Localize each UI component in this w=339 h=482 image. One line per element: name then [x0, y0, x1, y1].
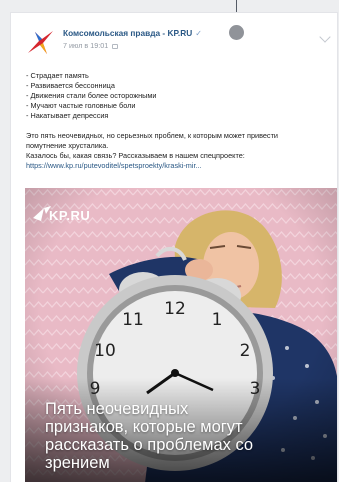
text-line: - Развивается бессонница — [26, 81, 115, 90]
caption-line: зрением — [45, 454, 110, 472]
post-image[interactable]: 12 11 1 10 2 9 3 KP.RU Пять неочевидных … — [25, 188, 337, 482]
caption-line: рассказать о проблемах со — [45, 436, 254, 454]
kp-logo-avatar[interactable] — [25, 27, 55, 57]
text-line: - Накатывает депрессия — [26, 111, 109, 120]
post-text: - Страдает память - Развивается бессонни… — [26, 71, 328, 171]
verified-icon: ✓ — [195, 29, 202, 38]
author-name[interactable]: Комсомольская правда - KP.RU — [63, 28, 192, 38]
image-caption: Пять неочевидных признаков, которые могу… — [45, 400, 335, 472]
post-card: Комсомольская правда - KP.RU ✓ 7 июл в 19… — [10, 12, 338, 482]
post-link[interactable]: https://www.kp.ru/putevoditel/spetsproek… — [26, 161, 328, 171]
pin-dot — [229, 25, 244, 40]
date-text[interactable]: 7 июл в 19:01 — [63, 41, 108, 50]
caption-line: Пять неочевидных — [45, 400, 189, 418]
post-author[interactable]: Комсомольская правда - KP.RU ✓ — [63, 28, 202, 38]
post-date[interactable]: 7 июл в 19:01 — [63, 41, 119, 50]
paragraph-line: помутнение хрусталика. — [26, 141, 109, 150]
paragraph-line: Казалось бы, какая связь? Рассказываем в… — [26, 151, 245, 160]
paragraph-line: Это пять неочевидных, но серьезных пробл… — [26, 131, 278, 140]
text-line: - Движения стали более осторожными — [26, 91, 157, 100]
text-line: - Страдает память — [26, 71, 89, 80]
text-line: - Мучают частые головные боли — [26, 101, 136, 110]
caption-line: признаков, которые могут — [45, 418, 243, 436]
chevron-down-icon[interactable] — [319, 31, 331, 43]
ad-icon — [112, 43, 119, 49]
brand-logo: KP.RU — [49, 208, 91, 223]
